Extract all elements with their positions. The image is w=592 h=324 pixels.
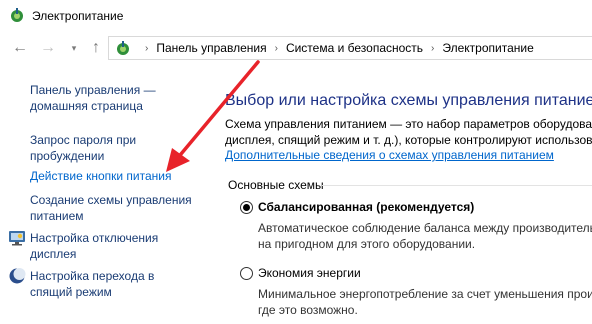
arrow-left-icon[interactable]: ← [10, 38, 30, 58]
plan-balanced-name[interactable]: Сбалансированная (рекомендуется) [258, 200, 474, 214]
plan-power-saver-radio[interactable] [240, 267, 253, 280]
page-description: Схема управления питанием — это набор па… [225, 116, 592, 148]
plan-balanced-radio[interactable] [240, 201, 253, 214]
plan-description-line: Минимальное энергопотребление за счет ум… [258, 287, 592, 301]
plan-description-line: на пригодном для этого оборудовании. [258, 237, 476, 251]
moon-sleep-icon [9, 268, 26, 284]
sidebar-item-label: Действие кнопки питания [30, 169, 172, 183]
sidebar-item-label: спящий режим [30, 285, 112, 299]
sidebar-item-label: дисплея [30, 247, 77, 261]
power-options-icon [11, 8, 23, 22]
sidebar-item-control-panel-home[interactable]: Панель управления — домашняя страница [30, 82, 156, 114]
arrow-up-icon[interactable]: ↑ [86, 38, 106, 58]
breadcrumb: › Панель управления › Система и безопасн… [137, 41, 534, 55]
plan-description-line: где это возможно. [258, 303, 358, 317]
sidebar-item-label: Настройка отключения [30, 231, 159, 245]
sidebar-item-label: питанием [30, 209, 84, 223]
sidebar-item-label: Настройка перехода в [30, 269, 155, 283]
breadcrumb-system-security[interactable]: Система и безопасность [286, 41, 423, 55]
page-title: Выбор или настройка схемы управления пит… [225, 92, 592, 109]
plan-description-line: Автоматическое соблюдение баланса между … [258, 221, 592, 235]
group-divider [322, 185, 592, 186]
sidebar-item-power-button-action[interactable]: Действие кнопки питания [30, 168, 172, 184]
navigation-bar: ← → ▾ ↑ › Панель управления › Система и … [0, 32, 592, 64]
plan-balanced-description: Автоматическое соблюдение баланса между … [258, 220, 592, 252]
sidebar: Панель управления — домашняя страница За… [0, 64, 210, 324]
more-info-link[interactable]: Дополнительные сведения о схемах управле… [225, 148, 554, 162]
sidebar-item-create-power-plan[interactable]: Создание схемы управления питанием [30, 192, 192, 224]
breadcrumb-power-options[interactable]: Электропитание [442, 41, 533, 55]
sidebar-item-label: Создание схемы управления [30, 193, 192, 207]
sidebar-item-label: домашняя страница [30, 99, 143, 113]
plans-group-label: Основные схемы [228, 178, 324, 192]
plan-power-saver-description: Минимальное энергопотребление за счет ум… [258, 286, 592, 318]
display-monitor-icon [9, 231, 25, 246]
main-content: Выбор или настройка схемы управления пит… [210, 64, 592, 324]
sidebar-item-sleep-settings[interactable]: Настройка перехода в спящий режим [30, 268, 154, 300]
breadcrumb-separator: › [431, 42, 435, 54]
description-line: Схема управления питанием — это набор па… [225, 117, 592, 131]
sidebar-item-display-off-settings[interactable]: Настройка отключения дисплея [30, 230, 158, 262]
control-panel-icon [117, 41, 129, 55]
address-bar[interactable]: › Панель управления › Система и безопасн… [108, 36, 592, 60]
title-bar: Электропитание [0, 0, 592, 32]
plan-power-saver-name[interactable]: Экономия энергии [258, 266, 361, 280]
sidebar-item-password-on-wakeup[interactable]: Запрос пароля при пробуждении [30, 132, 136, 164]
description-line: дисплея, спящий режим и т. д.), которые … [225, 133, 592, 147]
sidebar-item-label: Запрос пароля при [30, 133, 137, 147]
arrow-right-icon[interactable]: → [38, 38, 58, 58]
breadcrumb-separator: › [274, 42, 278, 54]
breadcrumb-control-panel[interactable]: Панель управления [156, 41, 266, 55]
breadcrumb-separator: › [145, 42, 149, 54]
sidebar-item-label: пробуждении [30, 149, 105, 163]
sidebar-item-label: Панель управления — [30, 83, 156, 97]
window-title: Электропитание [32, 9, 124, 23]
chevron-down-icon[interactable]: ▾ [64, 38, 84, 58]
